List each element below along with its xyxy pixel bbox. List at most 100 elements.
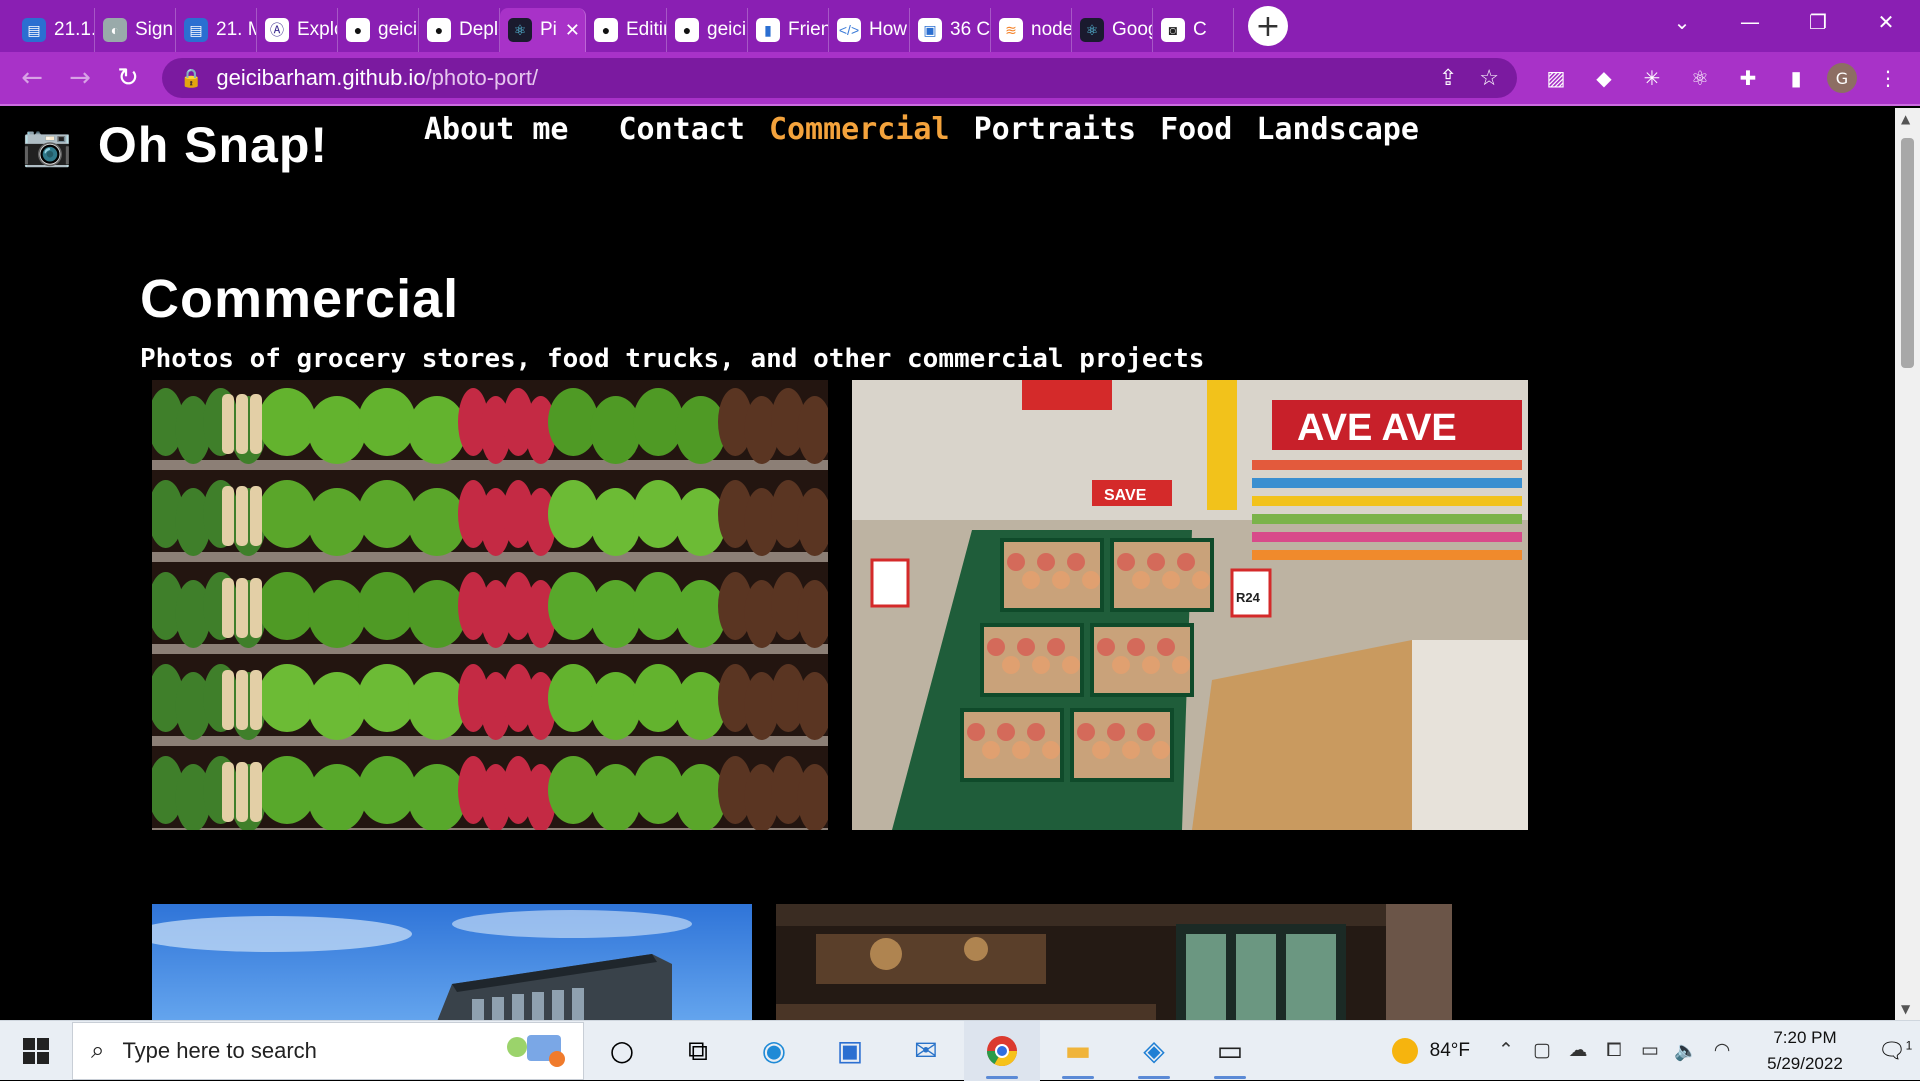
task-view-icon[interactable]: ⧉ — [660, 1021, 736, 1081]
tab-close-icon[interactable]: ✕ — [565, 20, 580, 41]
sun-icon — [1391, 1037, 1418, 1064]
chrome-icon[interactable] — [964, 1020, 1040, 1081]
clock-date: 5/29/2022 — [1767, 1053, 1843, 1073]
restore-button[interactable]: ❐ — [1784, 0, 1852, 44]
browser-tab-9[interactable]: ▮ Frien — [748, 8, 829, 52]
mail-icon[interactable]: ✉ — [888, 1021, 964, 1081]
search-icon: ⌕ — [91, 1036, 105, 1064]
share-icon[interactable]: ⇪ — [1439, 65, 1457, 91]
file-explorer-icon[interactable]: ▬ — [1040, 1021, 1116, 1081]
browser-tab-12[interactable]: ≋ node — [991, 8, 1072, 52]
nav-link-food[interactable]: Food — [1160, 112, 1232, 147]
terminal-icon[interactable]: ▭ — [1192, 1021, 1268, 1081]
browser-tab-1[interactable]: ◐ Sign — [95, 8, 176, 52]
scroll-up-arrow-icon[interactable]: ▲ — [1901, 112, 1910, 126]
edge-icon[interactable]: ◉ — [736, 1021, 812, 1081]
nav-link-commercial[interactable]: Commercial — [769, 112, 950, 147]
forward-button[interactable]: → — [56, 54, 104, 102]
photo-restaurant-interior[interactable] — [776, 904, 1452, 1020]
back-button[interactable]: ← — [8, 54, 56, 102]
extension-asterisk-icon[interactable]: ✳ — [1635, 61, 1669, 95]
site-header: 📷 Oh Snap! About me Contact Commercial Port… — [0, 108, 1895, 188]
volume-icon[interactable]: 🔈 — [1668, 1039, 1704, 1063]
extension-react-icon[interactable]: ⚛ — [1683, 61, 1717, 95]
section-title: Commercial — [140, 269, 460, 329]
onedrive-icon[interactable]: ☁ — [1560, 1039, 1596, 1062]
wifi-icon[interactable]: ◠ — [1704, 1039, 1740, 1062]
browser-tab-0[interactable]: ▤ 21.1. — [14, 8, 95, 52]
start-button[interactable] — [0, 1021, 72, 1081]
chevron-up-icon[interactable]: ⌃ — [1488, 1039, 1524, 1062]
clock-time: 7:20 PM — [1773, 1027, 1837, 1047]
photo-supermarket-aisle[interactable]: AVE AVE SAVE R24 — [852, 380, 1528, 830]
cortana-icon[interactable]: ○ — [584, 1021, 660, 1081]
battery-icon[interactable]: ▭ — [1632, 1039, 1668, 1062]
browser-toolbar: ← → ↻ 🔒 geicibarham.github.io /photo-por… — [0, 52, 1920, 106]
doc-icon: ▤ — [22, 18, 46, 42]
tab-label: Pi — [540, 19, 557, 40]
address-bar[interactable]: 🔒 geicibarham.github.io /photo-port/ ⇪ ☆ — [162, 58, 1517, 98]
windows-logo-icon — [23, 1037, 49, 1064]
tab-label: 21.1. — [54, 19, 95, 40]
tab-label: Editir — [626, 19, 667, 40]
browser-tab-5[interactable]: ● Deplo — [419, 8, 500, 52]
browser-tab-6[interactable]: ⚛ Pi ✕ — [500, 8, 586, 52]
extensions-puzzle-icon[interactable]: ✚ — [1731, 61, 1765, 95]
svg-text:SAVE: SAVE — [1104, 487, 1147, 504]
extension-palette-icon[interactable]: ▨ — [1539, 61, 1573, 95]
browser-tab-3[interactable]: Ⓐ Explo — [257, 8, 338, 52]
browser-tab-11[interactable]: ▣ 36 Cc — [910, 8, 991, 52]
reload-button[interactable]: ↻ — [104, 54, 152, 102]
url-path: /photo-port/ — [425, 65, 539, 90]
browser-menu-icon[interactable]: ⋮ — [1871, 61, 1905, 95]
browser-tab-10[interactable]: </> How — [829, 8, 910, 52]
new-tab-button[interactable]: + — [1248, 6, 1288, 46]
lock-icon: 🔒 — [180, 67, 203, 88]
browser-tab-4[interactable]: ● geicil — [338, 8, 419, 52]
extension-diamond-icon[interactable]: ◆ — [1587, 61, 1621, 95]
scroll-down-arrow-icon[interactable]: ▼ — [1901, 1002, 1910, 1016]
tab-label: C — [1193, 19, 1207, 40]
nav-link-about-me[interactable]: About me — [424, 112, 569, 147]
remote-icon[interactable]: ⧠ — [1596, 1040, 1632, 1062]
close-window-button[interactable]: ✕ — [1852, 0, 1920, 44]
page-viewport: 📷 Oh Snap! About me Contact Commercial Port… — [0, 108, 1895, 1020]
browser-tab-2[interactable]: ▤ 21. M — [176, 8, 257, 52]
taskbar-search[interactable]: ⌕ Type here to search — [72, 1021, 584, 1080]
tab-search-icon[interactable]: ⌄ — [1648, 0, 1716, 44]
site-title: Oh Snap! — [97, 117, 329, 173]
tab-label: 36 Cc — [950, 19, 991, 40]
scrollbar-thumb[interactable] — [1901, 138, 1914, 368]
nav-link-contact[interactable]: Contact — [619, 112, 745, 147]
clock[interactable]: 7:20 PM 5/29/2022 — [1750, 1025, 1860, 1077]
weather-temp: 84°F — [1429, 1039, 1470, 1061]
stack-icon: ≋ — [999, 18, 1023, 42]
photo-produce-shelves[interactable] — [152, 380, 828, 830]
browser-tab-13[interactable]: ⚛ Goog — [1072, 8, 1153, 52]
browser-tab-7[interactable]: ● Editir — [586, 8, 667, 52]
globe-icon: ◐ — [103, 18, 127, 42]
nav-link-portraits[interactable]: Portraits — [974, 112, 1137, 147]
store-icon[interactable]: ▣ — [812, 1021, 888, 1081]
bookmark-star-icon[interactable]: ☆ — [1479, 65, 1499, 91]
meet-now-icon[interactable]: ▢ — [1524, 1039, 1560, 1062]
brand[interactable]: 📷 Oh Snap! — [22, 116, 328, 174]
browser-tab-strip: ▤ 21.1. ◐ Sign ▤ 21. M Ⓐ Explo ● geicil ● Deplo ⚛ Pi ✕… — [0, 0, 1920, 52]
tab-label: Frien — [788, 19, 829, 40]
vscode-icon[interactable]: ◈ — [1116, 1021, 1192, 1081]
tab-label: geicil — [378, 19, 419, 40]
browser-tab-8[interactable]: ● geicil — [667, 8, 748, 52]
minimize-button[interactable]: — — [1716, 0, 1784, 44]
notification-icon[interactable]: 🗨1 — [1870, 1038, 1920, 1064]
browser-tab-14[interactable]: ◙ C — [1153, 8, 1234, 52]
search-placeholder: Type here to search — [122, 1037, 317, 1063]
photo-building-sky[interactable] — [152, 904, 752, 1020]
nav-link-landscape[interactable]: Landscape — [1256, 112, 1419, 147]
page-scrollbar[interactable]: ▲ ▼ — [1895, 108, 1920, 1020]
tab-label: geicil — [707, 19, 748, 40]
profile-avatar[interactable]: G — [1827, 63, 1857, 93]
weather-widget[interactable]: 84°F — [1391, 1037, 1470, 1064]
code-icon: </> — [837, 18, 861, 42]
react-icon: ⚛ — [508, 18, 532, 42]
side-panel-icon[interactable]: ▮ — [1779, 61, 1813, 95]
